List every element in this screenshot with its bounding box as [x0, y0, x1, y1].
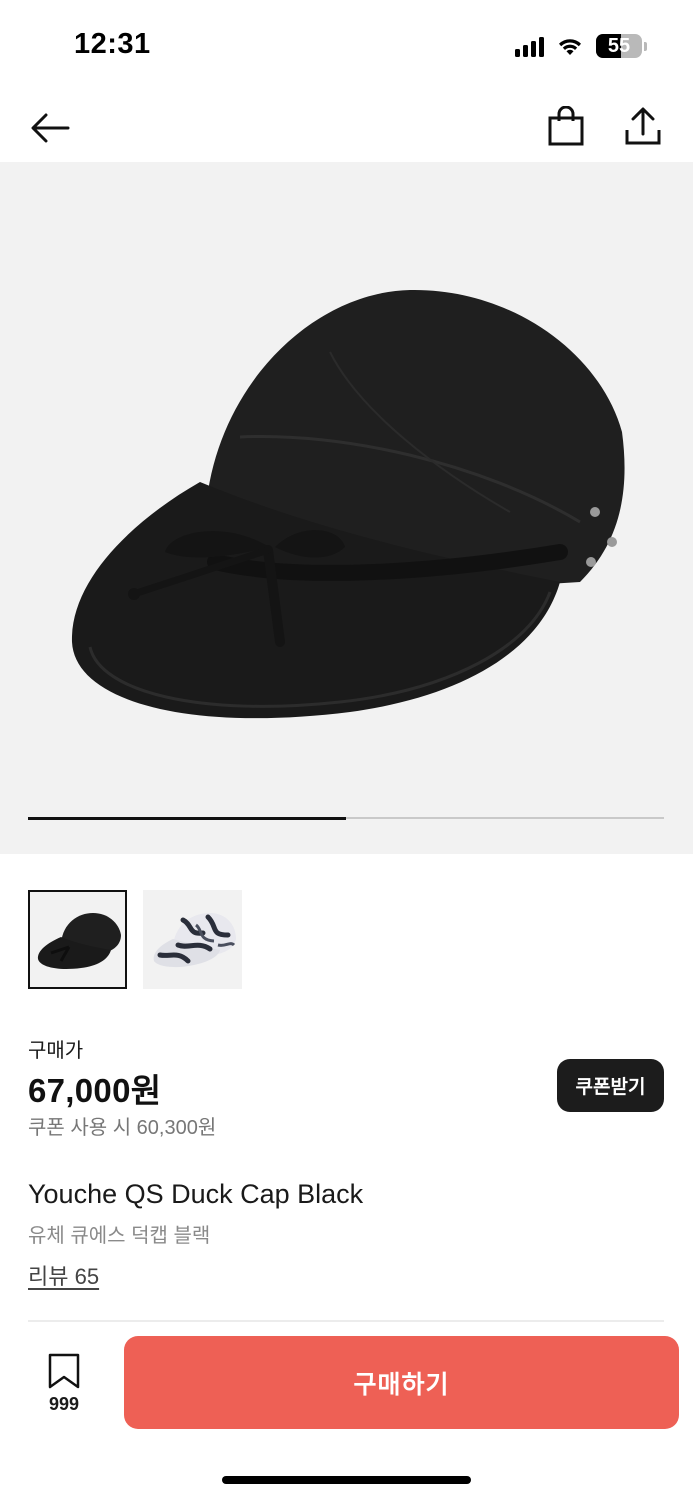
back-arrow-icon [31, 113, 70, 143]
thumbnail-list [28, 890, 242, 989]
bookmark-icon [48, 1353, 80, 1389]
carousel-progress-track [28, 816, 664, 820]
battery-icon: 55 [596, 34, 647, 58]
status-time: 12:31 [74, 28, 151, 60]
shopping-bag-icon [548, 106, 584, 146]
thumbnail-black-cap[interactable] [28, 890, 127, 989]
tie-dye-cap-thumbnail-image [153, 912, 236, 967]
price-amount: 67,000원 [28, 1072, 162, 1109]
wifi-icon [559, 39, 581, 55]
battery-level: 55 [607, 34, 631, 57]
share-icon [625, 107, 661, 145]
black-cap-thumbnail-image [37, 912, 121, 969]
product-name-ko: 유체 큐에스 덕캡 블랙 [28, 1225, 211, 1247]
price-label: 구매가 [28, 1040, 84, 1062]
get-coupon-button[interactable]: 쿠폰받기 [557, 1059, 664, 1112]
top-nav [0, 92, 693, 162]
product-image-black-cap [71, 289, 625, 719]
buy-button[interactable]: 구매하기 [124, 1336, 679, 1429]
home-indicator [222, 1476, 471, 1484]
cart-button[interactable] [538, 98, 594, 154]
coupon-price-text: 쿠폰 사용 시 60,300원 [28, 1117, 217, 1139]
bottom-action-bar: 999 구매하기 [0, 1322, 693, 1500]
product-image-carousel[interactable] [0, 162, 693, 854]
share-button[interactable] [615, 98, 671, 154]
review-link[interactable]: 리뷰 65 [28, 1259, 99, 1291]
bookmark-button[interactable]: 999 [36, 1352, 92, 1416]
product-name-en: Youche QS Duck Cap Black [28, 1179, 364, 1209]
status-bar: 12:31 55 [0, 0, 693, 92]
carousel-progress-fill [28, 816, 346, 820]
bookmark-count: 999 [48, 1394, 80, 1414]
status-icons: 55 [515, 31, 647, 61]
back-button[interactable] [22, 100, 78, 156]
thumbnail-tie-dye-cap[interactable] [143, 890, 242, 989]
signal-icon [515, 35, 544, 57]
